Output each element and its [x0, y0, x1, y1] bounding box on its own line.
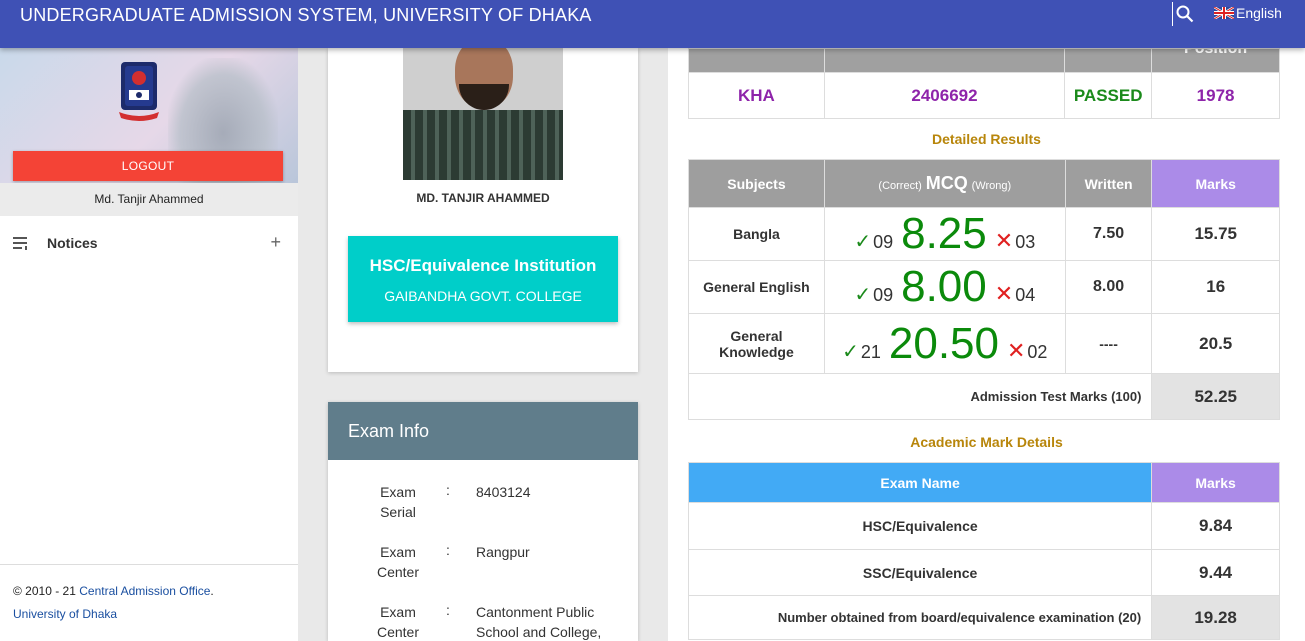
- exam-name-header: Exam Name: [687, 462, 1153, 503]
- table-row: General English ✓ 09 8.00 ✕ 04 8.00 16: [688, 260, 1280, 314]
- admission-total-value: 52.25: [1151, 373, 1280, 420]
- detailed-results-table: Subjects (Correct) MCQ (Wrong) Written M…: [687, 159, 1280, 420]
- institution-name: GAIBANDHA GOVT. COLLEGE: [384, 288, 582, 304]
- position-header: Position: [1151, 48, 1280, 73]
- admission-total-label: Admission Test Marks (100): [687, 373, 1153, 420]
- cross-icon: ✕: [1006, 337, 1026, 363]
- check-icon: ✓: [854, 231, 872, 253]
- expand-plus-icon[interactable]: +: [270, 232, 281, 253]
- mcq-cell: ✓ 09 8.25 ✕ 03: [823, 207, 1066, 261]
- student-name: MD. TANJIR AHAMMED: [416, 191, 550, 205]
- cross-icon: ✕: [994, 281, 1014, 306]
- subject-name: Bangla: [688, 207, 825, 261]
- roll-value: 2406692: [823, 72, 1066, 119]
- table-row: Bangla ✓ 09 8.25 ✕ 03 7.50 15.75: [688, 207, 1280, 261]
- status-value: PASSED: [1064, 72, 1153, 119]
- exam-marks: 9.84: [1151, 502, 1280, 550]
- academic-table: Exam Name Marks HSC/Equivalence 9.84 SSC…: [687, 462, 1280, 640]
- check-icon: ✓: [854, 284, 872, 306]
- institution-heading: HSC/Equivalence Institution: [369, 256, 597, 275]
- board-total-value: 19.28: [1151, 595, 1280, 640]
- detailed-results-title: Detailed Results: [932, 131, 1041, 147]
- search-button[interactable]: [1172, 2, 1194, 26]
- marks-header: Marks: [1151, 159, 1280, 208]
- subject-marks: 15.75: [1151, 207, 1280, 261]
- table-row: General Knowledge ✓ 21 20.50 ✕ 02 ---- 20.5: [688, 313, 1280, 374]
- total-row: Admission Test Marks (100) 52.25: [687, 373, 1280, 420]
- written-mark: ----: [1064, 313, 1153, 374]
- notices-label: Notices: [47, 235, 98, 251]
- search-icon: [1176, 5, 1194, 23]
- profile-card: MD. TANJIR AHAMMED HSC/Equivalence Insti…: [328, 48, 638, 372]
- language-selector[interactable]: English: [1214, 5, 1282, 21]
- exam-info-card: Exam Info Exam Serial : 8403124 Exam Cen…: [328, 402, 638, 641]
- academic-title: Academic Mark Details: [910, 434, 1063, 450]
- info-key: Exam Center: [376, 604, 420, 640]
- subject-name: General Knowledge: [688, 313, 825, 374]
- mcq-cell: ✓ 09 8.00 ✕ 04: [823, 260, 1066, 314]
- exam-name: HSC/Equivalence: [687, 502, 1153, 550]
- language-label: English: [1236, 5, 1282, 21]
- info-value: Rangpur: [476, 544, 530, 560]
- unit-value: KHA: [688, 72, 825, 119]
- uk-flag-icon: [1214, 7, 1234, 19]
- total-row: Number obtained from board/equivalence e…: [687, 595, 1280, 640]
- exam-marks: 9.44: [1151, 549, 1280, 596]
- table-row: HSC/Equivalence 9.84: [687, 502, 1280, 550]
- summary-header: [688, 48, 825, 73]
- app-title: UNDERGRADUATE ADMISSION SYSTEM, UNIVERSI…: [20, 5, 592, 25]
- subject-name: General English: [688, 260, 825, 314]
- info-key: Exam Serial: [380, 484, 416, 520]
- summary-table: Position KHA 2406692 PASSED 1978: [688, 48, 1280, 119]
- subject-marks: 20.5: [1151, 313, 1280, 374]
- mcq-cell: ✓ 21 20.50 ✕ 02: [823, 313, 1066, 374]
- university-link[interactable]: University of Dhaka: [13, 603, 285, 626]
- office-link[interactable]: Central Admission Office: [79, 584, 210, 598]
- logout-button[interactable]: LOGOUT: [13, 151, 283, 181]
- written-mark: 8.00: [1064, 260, 1153, 314]
- university-logo: [119, 62, 159, 121]
- position-value: 1978: [1151, 72, 1280, 119]
- sidebar-item-notices[interactable]: Notices +: [13, 228, 285, 258]
- top-app-bar: UNDERGRADUATE ADMISSION SYSTEM, UNIVERSI…: [0, 0, 1305, 48]
- board-total-label: Number obtained from board/equivalence e…: [687, 595, 1153, 640]
- mcq-header: (Correct) MCQ (Wrong): [823, 159, 1066, 208]
- subject-marks: 16: [1151, 260, 1280, 314]
- exam-name: SSC/Equivalence: [687, 549, 1153, 596]
- institution-box: HSC/Equivalence Institution GAIBANDHA GO…: [348, 236, 618, 322]
- results-panel: Position KHA 2406692 PASSED 1978 Detaile…: [668, 48, 1305, 641]
- sidebar: LOGOUT Md. Tanjir Ahammed Notices + © 20…: [0, 48, 298, 641]
- summary-header: [1064, 48, 1153, 73]
- cross-icon: ✕: [994, 228, 1014, 253]
- written-header: Written: [1064, 159, 1153, 208]
- table-row: SSC/Equivalence 9.44: [687, 549, 1280, 596]
- academic-marks-header: Marks: [1151, 462, 1280, 503]
- info-value: 8403124: [476, 484, 531, 500]
- student-photo: [403, 48, 563, 180]
- info-key: Exam Center: [376, 544, 420, 580]
- subjects-header: Subjects: [688, 159, 825, 208]
- info-value: Cantonment Public School and College,: [476, 604, 602, 640]
- check-icon: ✓: [842, 340, 859, 363]
- written-mark: 7.50: [1064, 207, 1153, 261]
- sidebar-banner: LOGOUT: [0, 48, 298, 183]
- summary-header: [823, 48, 1066, 73]
- sidebar-footer: © 2010 - 21 Central Admission Office. Un…: [0, 564, 298, 641]
- copyright-text: © 2010 - 21: [13, 584, 76, 598]
- list-icon: [13, 237, 27, 250]
- user-name: Md. Tanjir Ahammed: [0, 183, 298, 216]
- exam-info-heading: Exam Info: [328, 402, 638, 460]
